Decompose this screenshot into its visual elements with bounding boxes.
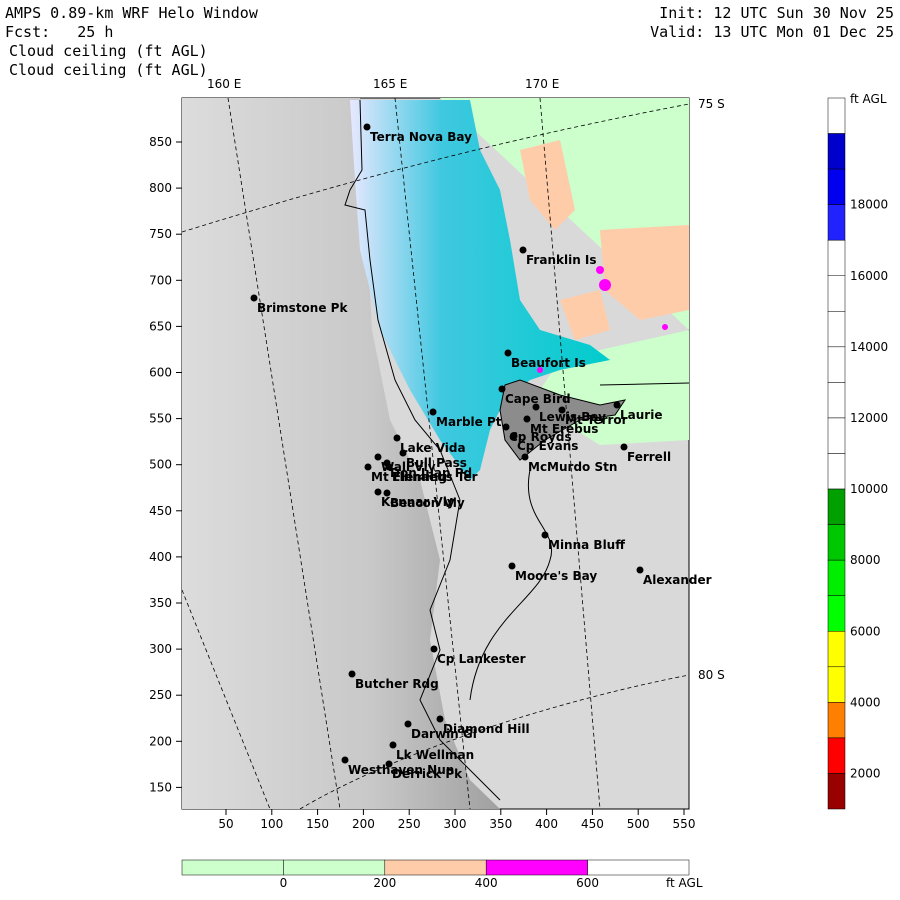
vbar-label: 14000	[850, 340, 888, 354]
vbar-segment	[827, 666, 846, 703]
station-label: Derrick Pk	[392, 767, 463, 781]
vbar-segment	[827, 133, 846, 170]
station-label: Lk Wellman	[396, 748, 474, 762]
x-tick-label: 550	[673, 817, 696, 831]
vbar-segment	[827, 97, 846, 134]
hbar-segment	[181, 859, 284, 876]
station-label: Ferrell	[627, 450, 671, 464]
vbar-segment	[827, 595, 846, 632]
hbar-label: 200	[373, 876, 396, 890]
y-tick-label: 750	[149, 227, 172, 241]
colorbar-vertical: ft AGL 18000 16000 14000 12000 10000 8000 6000…	[827, 92, 888, 810]
x-tick-label: 100	[260, 817, 283, 831]
vbar-segment	[827, 417, 846, 454]
y-tick-label: 700	[149, 273, 172, 287]
vbar-segment	[827, 524, 846, 561]
x-tick-label: 400	[535, 817, 558, 831]
x-tick-label: 250	[398, 817, 421, 831]
hbar-segment	[587, 859, 690, 876]
lat-label-80: 80 S	[698, 668, 725, 682]
station-label: McMurdo Stn	[528, 460, 617, 474]
vbar-label: 2000	[850, 766, 881, 780]
y-tick-label: 250	[149, 688, 172, 702]
vbar-segment	[827, 275, 846, 312]
x-tick-label: 450	[581, 817, 604, 831]
station-label: Diamond Hill	[443, 722, 530, 736]
map-canvas: 160 E 165 E 170 E 75 S 80 S 50 100 150 200 2…	[149, 77, 888, 890]
station-label: Marble Pt	[436, 415, 502, 429]
station-label: Butcher Rdg	[355, 677, 439, 691]
lon-label-170: 170 E	[525, 77, 559, 91]
hbar-segment	[485, 859, 588, 876]
x-tick-label: 50	[218, 817, 233, 831]
hbar-label: 400	[475, 876, 498, 890]
lat-label-75: 75 S	[698, 97, 725, 111]
station-label: Cp Evans	[517, 439, 578, 453]
y-tick-label: 450	[149, 504, 172, 518]
station-label: Cp Lankester	[437, 652, 526, 666]
vbar-segment	[827, 168, 846, 205]
station-label: Brimstone Pk	[257, 301, 348, 315]
vbar-segment	[827, 346, 846, 383]
vbar-segment	[827, 773, 846, 810]
x-axis: 50 100 150 200 250 300 350 400 450 500 550	[218, 809, 695, 831]
x-tick-label: 500	[627, 817, 650, 831]
vbar-segment	[827, 382, 846, 419]
y-tick-label: 600	[149, 366, 172, 380]
y-tick-label: 300	[149, 642, 172, 656]
x-tick-label: 350	[489, 817, 512, 831]
station-label: Cape Bird	[505, 392, 571, 406]
hbar-segment	[384, 859, 487, 876]
station-label: Moore's Bay	[515, 569, 597, 583]
y-tick-label: 550	[149, 412, 172, 426]
vbar-label: 10000	[850, 482, 888, 496]
vbar-segment	[827, 702, 846, 739]
station-label: Terra Nova Bay	[370, 130, 472, 144]
vbar-label: 4000	[850, 695, 881, 709]
y-tick-label: 150	[149, 780, 172, 794]
y-tick-label: 350	[149, 596, 172, 610]
vbar-segment	[827, 488, 846, 525]
y-tick-label: 800	[149, 181, 172, 195]
vbar-label: 18000	[850, 198, 888, 212]
vbar-segment	[827, 204, 846, 241]
vbar-label: 16000	[850, 269, 888, 283]
station-label: Alexander	[643, 573, 712, 587]
vbar-label: 8000	[850, 553, 881, 567]
station-label: Linnaeus Ter	[392, 470, 478, 484]
y-tick-label: 850	[149, 135, 172, 149]
station-label: Franklin Is	[526, 253, 597, 267]
lon-label-165: 165 E	[373, 77, 407, 91]
x-tick-label: 150	[306, 817, 329, 831]
colorbar-horizontal: ft AGL 0 200 400 600	[181, 859, 703, 890]
hbar-segment	[283, 859, 386, 876]
vbar-segment	[827, 453, 846, 490]
y-tick-label: 650	[149, 319, 172, 333]
vbar-segment	[827, 737, 846, 774]
station-label: Beaufort Is	[511, 356, 586, 370]
vbar-segment	[827, 631, 846, 668]
station-label: Lake Vida	[400, 441, 466, 455]
hbar-label: 0	[280, 876, 288, 890]
station-label: Beacon Vly	[390, 496, 465, 510]
vbar-segment	[827, 311, 846, 348]
x-tick-label: 300	[444, 817, 467, 831]
y-tick-label: 400	[149, 550, 172, 564]
vbar-segment	[827, 239, 846, 276]
vbar-label: 12000	[850, 411, 888, 425]
vbar-label: 6000	[850, 624, 881, 638]
hbar-label: 600	[576, 876, 599, 890]
vbar-unit: ft AGL	[850, 92, 887, 106]
y-tick-label: 500	[149, 458, 172, 472]
hbar-unit: ft AGL	[666, 876, 703, 890]
lon-label-160: 160 E	[207, 77, 241, 91]
station-label: Minna Bluff	[548, 538, 625, 552]
x-tick-label: 200	[352, 817, 375, 831]
station-label: Mt Erebus	[530, 422, 598, 436]
vbar-segment	[827, 559, 846, 596]
y-tick-label: 200	[149, 734, 172, 748]
y-axis: 850 800 750 700 650 600 550 500 450 400 350 300 250 2…	[149, 135, 182, 794]
